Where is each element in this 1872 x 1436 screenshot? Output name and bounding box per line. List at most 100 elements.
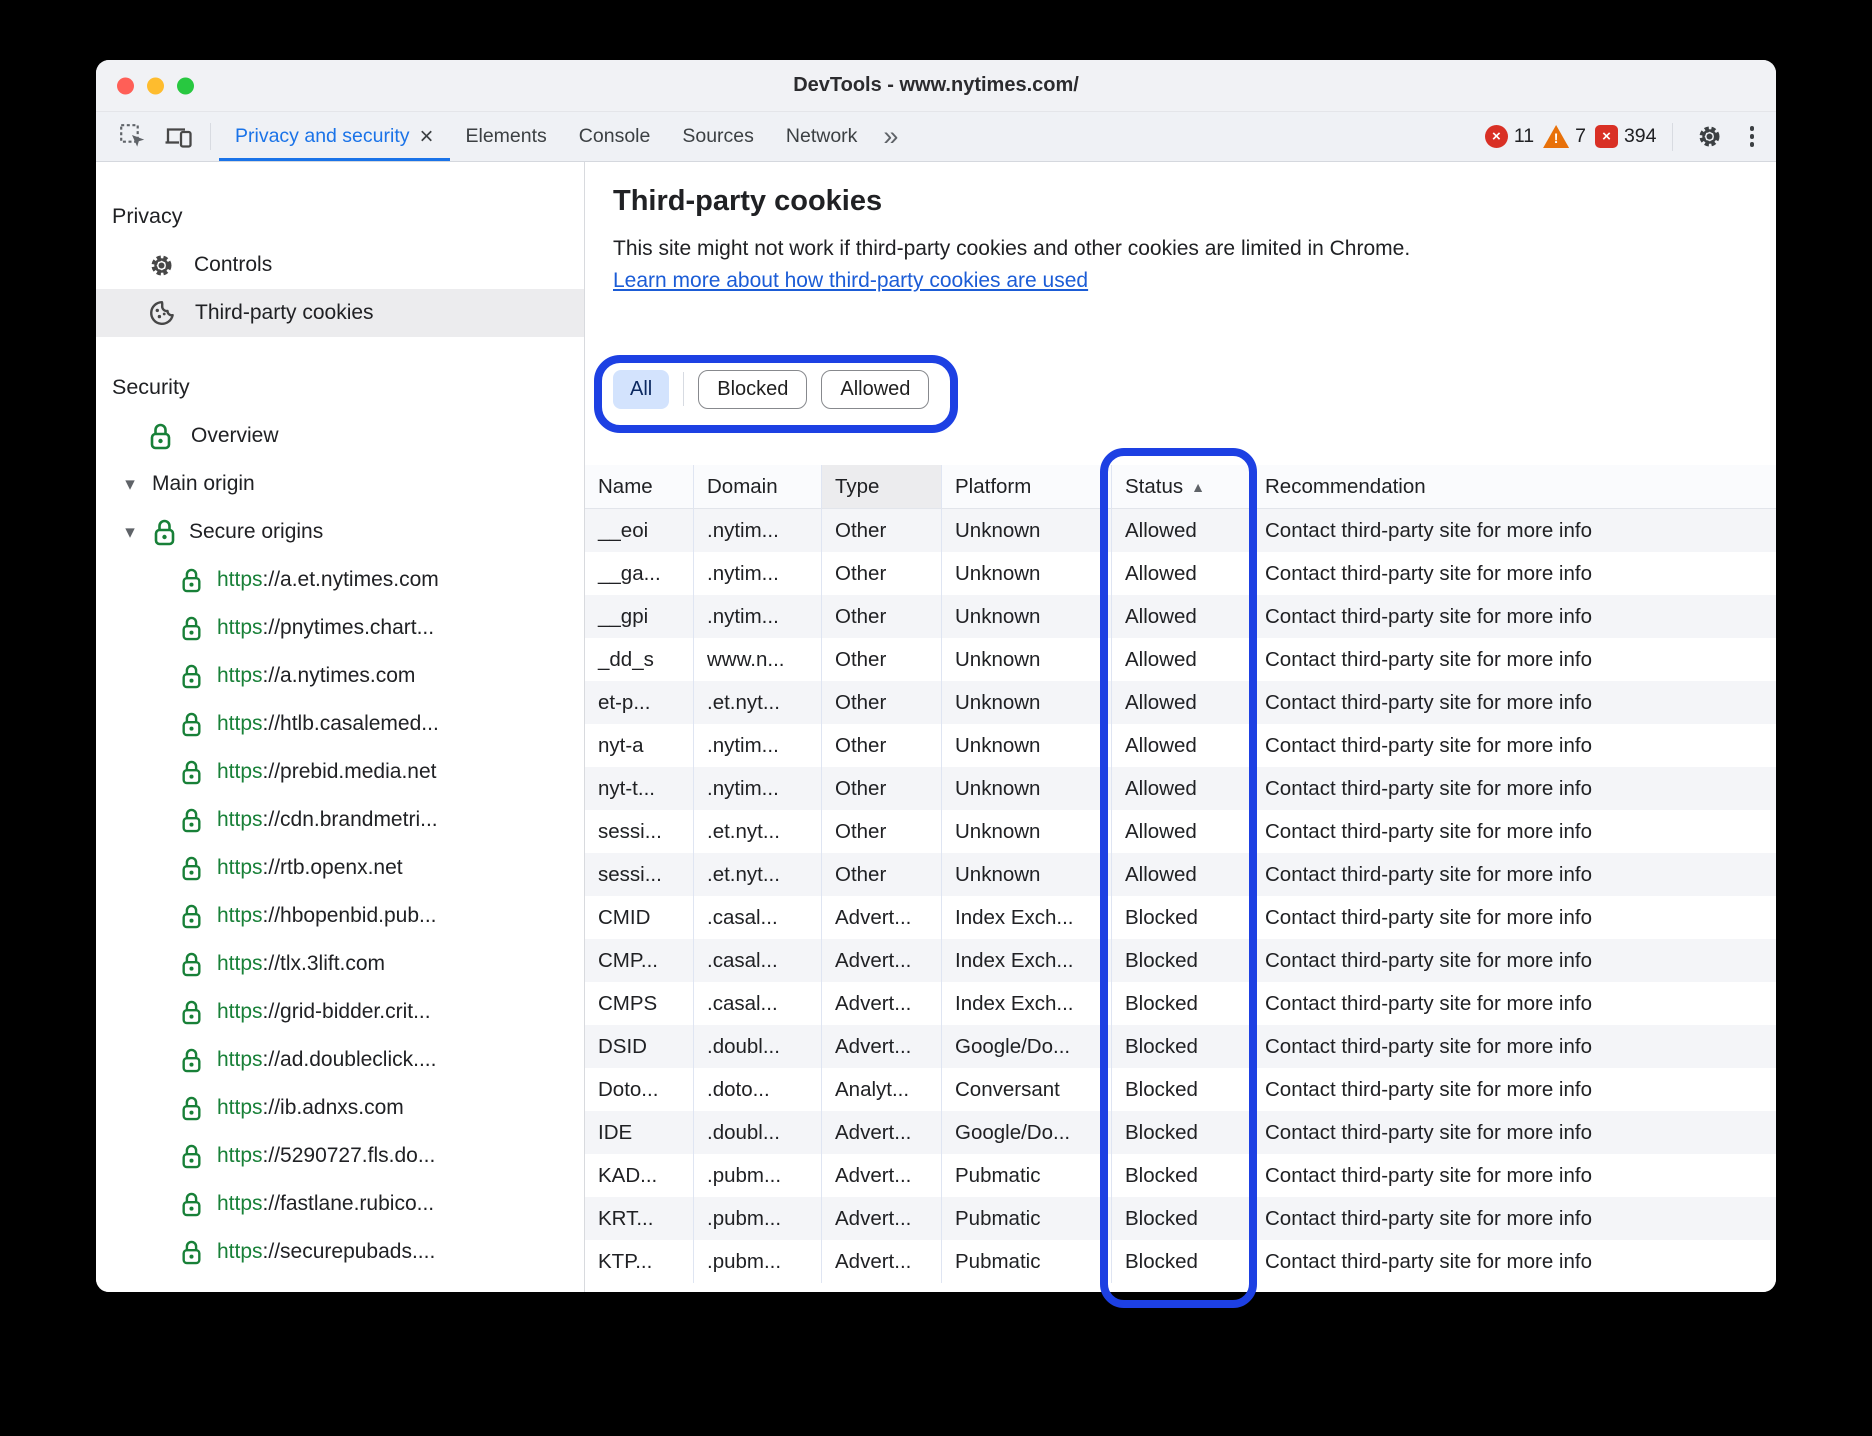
cell-platform: Unknown — [942, 810, 1112, 853]
table-row[interactable]: __ga... .nytim... Other Unknown Allowed … — [585, 552, 1776, 595]
console-warnings-badge[interactable]: ! 7 — [1543, 125, 1586, 148]
origin-host: ://htlb.casalemed... — [263, 712, 439, 735]
origin-url: https://htlb.casalemed... — [217, 712, 439, 736]
origin-host: ://a.et.nytimes.com — [263, 568, 439, 591]
secure-origin-item[interactable]: https://tlx.3lift.com — [96, 940, 584, 988]
cell-platform: Unknown — [942, 724, 1112, 767]
column-header-name[interactable]: Name — [585, 465, 694, 509]
gear-icon — [1696, 123, 1723, 150]
lock-icon — [180, 663, 203, 690]
origin-scheme: https — [217, 664, 263, 687]
sidebar-tree-main-origin[interactable]: ▾ Main origin — [96, 460, 584, 508]
table-row[interactable]: __eoi .nytim... Other Unknown Allowed Co… — [585, 509, 1776, 552]
table-row[interactable]: KRT... .pubm... Advert... Pubmatic Block… — [585, 1197, 1776, 1240]
lock-icon — [180, 1095, 203, 1122]
secure-origin-item[interactable]: https://cdn.brandmetri... — [96, 796, 584, 844]
cell-platform: Unknown — [942, 552, 1112, 595]
settings-button[interactable] — [1688, 123, 1731, 150]
sidebar-tree-secure-origins[interactable]: ▾ Secure origins — [96, 508, 584, 556]
cell-name: __gpi — [585, 595, 694, 638]
tab-console[interactable]: Console — [563, 112, 667, 161]
filter-blocked-chip[interactable]: Blocked — [698, 370, 807, 409]
secure-origin-item[interactable]: https://a.et.nytimes.com — [96, 556, 584, 604]
sidebar-item-overview[interactable]: Overview — [96, 412, 584, 460]
lock-icon — [180, 1239, 203, 1266]
secure-origin-item[interactable]: https://securepubads.... — [96, 1228, 584, 1276]
secure-origin-item[interactable]: https://ib.adnxs.com — [96, 1084, 584, 1132]
column-header-status[interactable]: Status ▲ — [1112, 465, 1252, 509]
table-row[interactable]: nyt-a .nytim... Other Unknown Allowed Co… — [585, 724, 1776, 767]
tab-elements[interactable]: Elements — [450, 112, 563, 161]
minimize-window-button[interactable] — [147, 77, 164, 94]
table-row[interactable]: CMPS .casal... Advert... Index Exch... B… — [585, 982, 1776, 1025]
chevron-down-icon[interactable]: ▾ — [120, 521, 140, 544]
table-row[interactable]: DSID .doubl... Advert... Google/Do... Bl… — [585, 1025, 1776, 1068]
secure-origin-item[interactable]: https://5290727.fls.do... — [96, 1132, 584, 1180]
secure-origin-item[interactable]: https://ad.doubleclick.... — [96, 1036, 584, 1084]
chevron-down-icon[interactable]: ▾ — [120, 473, 140, 496]
table-row[interactable]: KAD... .pubm... Advert... Pubmatic Block… — [585, 1154, 1776, 1197]
table-row[interactable]: CMP... .casal... Advert... Index Exch...… — [585, 939, 1776, 982]
column-header-domain[interactable]: Domain — [694, 465, 822, 509]
secure-origin-item[interactable]: https://pnytimes.chart... — [96, 604, 584, 652]
more-tabs-icon[interactable]: » — [873, 112, 906, 161]
table-row[interactable]: Doto... .doto... Analyt... Conversant Bl… — [585, 1068, 1776, 1111]
table-row[interactable]: IDE .doubl... Advert... Google/Do... Blo… — [585, 1111, 1776, 1154]
table-row[interactable]: __gpi .nytim... Other Unknown Allowed Co… — [585, 595, 1776, 638]
cell-domain: .doubl... — [694, 1111, 822, 1154]
lock-icon — [180, 1047, 203, 1074]
secure-origin-item[interactable]: https://prebid.media.net — [96, 748, 584, 796]
cell-name: KTP... — [585, 1240, 694, 1283]
tab-network[interactable]: Network — [770, 112, 874, 161]
console-errors-badge[interactable]: × 11 — [1485, 125, 1534, 148]
inspect-element-button[interactable] — [110, 112, 155, 161]
origin-scheme: https — [217, 1096, 263, 1119]
cell-domain: .nytim... — [694, 509, 822, 552]
sidebar-item-controls[interactable]: Controls — [96, 241, 584, 289]
cell-status: Blocked — [1112, 1111, 1252, 1154]
issues-badge[interactable]: × 394 — [1595, 125, 1657, 148]
secure-origin-item[interactable]: https://rtb.openx.net — [96, 844, 584, 892]
cell-status: Blocked — [1112, 896, 1252, 939]
table-row[interactable]: sessi... .et.nyt... Other Unknown Allowe… — [585, 810, 1776, 853]
origin-scheme: https — [217, 712, 263, 735]
cell-domain: .nytim... — [694, 552, 822, 595]
warning-icon: ! — [1543, 125, 1569, 148]
sidebar-item-third-party-cookies[interactable]: Third-party cookies — [96, 289, 584, 337]
secure-origin-item[interactable]: https://grid-bidder.crit... — [96, 988, 584, 1036]
error-icon: × — [1485, 125, 1508, 148]
column-header-recommendation[interactable]: Recommendation — [1252, 465, 1776, 509]
origin-host: ://grid-bidder.crit... — [263, 1000, 431, 1023]
table-row[interactable]: KTP... .pubm... Advert... Pubmatic Block… — [585, 1240, 1776, 1283]
table-row[interactable]: et-p... .et.nyt... Other Unknown Allowed… — [585, 681, 1776, 724]
filter-all-chip[interactable]: All — [613, 370, 669, 409]
table-row[interactable]: _dd_s www.n... Other Unknown Allowed Con… — [585, 638, 1776, 681]
table-row[interactable]: sessi... .et.nyt... Other Unknown Allowe… — [585, 853, 1776, 896]
more-options-button[interactable] — [1740, 126, 1765, 147]
window-title: DevTools - www.nytimes.com/ — [793, 74, 1079, 97]
cell-domain: .nytim... — [694, 767, 822, 810]
column-header-platform[interactable]: Platform — [942, 465, 1112, 509]
filter-allowed-chip[interactable]: Allowed — [821, 370, 929, 409]
secure-origin-item[interactable]: https://fastlane.rubico... — [96, 1180, 584, 1228]
device-toolbar-button[interactable] — [155, 112, 202, 161]
table-row[interactable]: CMID .casal... Advert... Index Exch... B… — [585, 896, 1776, 939]
table-row[interactable]: nyt-t... .nytim... Other Unknown Allowed… — [585, 767, 1776, 810]
origin-scheme: https — [217, 1192, 263, 1215]
learn-more-link[interactable]: Learn more about how third-party cookies… — [613, 269, 1088, 293]
origin-url: https://grid-bidder.crit... — [217, 1000, 431, 1024]
cell-recommendation: Contact third-party site for more info — [1252, 1197, 1776, 1240]
zoom-window-button[interactable] — [177, 77, 194, 94]
secure-origin-item[interactable]: https://a.nytimes.com — [96, 652, 584, 700]
lock-icon — [180, 1143, 203, 1170]
secure-origin-item[interactable]: https://hbopenbid.pub... — [96, 892, 584, 940]
close-window-button[interactable] — [117, 77, 134, 94]
tab-sources[interactable]: Sources — [666, 112, 770, 161]
tab-privacy-and-security[interactable]: Privacy and security × — [219, 112, 450, 161]
cell-platform: Google/Do... — [942, 1111, 1112, 1154]
cell-recommendation: Contact third-party site for more info — [1252, 982, 1776, 1025]
origin-host: ://rtb.openx.net — [263, 856, 403, 879]
secure-origin-item[interactable]: https://htlb.casalemed... — [96, 700, 584, 748]
close-tab-icon[interactable]: × — [419, 125, 433, 149]
column-header-type[interactable]: Type — [822, 465, 942, 509]
